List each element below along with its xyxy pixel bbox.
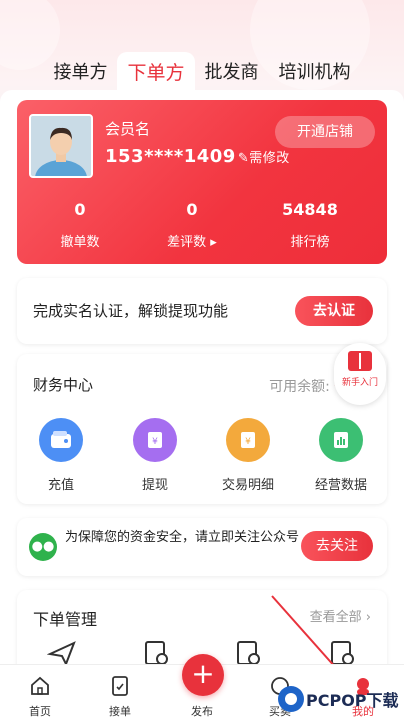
avatar[interactable]: [29, 114, 93, 178]
avatar-portrait-icon: [31, 116, 91, 176]
verify-card: 完成实名认证，解锁提现功能 去认证: [17, 278, 387, 344]
stat-value: 54848: [282, 200, 338, 219]
pcpop-logo-icon: [278, 686, 304, 712]
order-icon: [112, 676, 128, 696]
ledger-item[interactable]: ¥ 交易明细: [208, 418, 288, 493]
watermark-text: PCPOP下载: [306, 691, 399, 710]
chart-icon: [319, 418, 363, 462]
stat-bad-review[interactable]: 0 差评数 ▸: [137, 200, 247, 250]
send-icon[interactable]: [47, 640, 77, 666]
stat-ranking[interactable]: 54848 排行榜: [255, 200, 365, 250]
stat-label: 差评数 ▸: [167, 235, 217, 250]
edit-phone-link[interactable]: ✎需修改: [238, 151, 290, 166]
stat-cancel[interactable]: 0 撤单数: [25, 200, 135, 250]
role-tabs: 接单方 下单方 批发商 培训机构: [0, 52, 404, 92]
nav-orders-label: 接单: [109, 705, 131, 718]
member-card: 会员名 153****1409 ✎需修改 开通店铺 0 撤单数 0 差评数 ▸ 5…: [17, 100, 387, 264]
business-data-label: 经营数据: [314, 478, 367, 493]
publish-plus-button[interactable]: +: [182, 654, 224, 696]
finance-card: 财务中心 可用余额: ** 充值 ¥ 提现 ¥ 交易明细 经营数据: [17, 354, 387, 504]
balance-text: 可用余额:: [269, 379, 330, 395]
business-data-item[interactable]: 经营数据: [301, 418, 381, 493]
ledger-label: 交易明细: [221, 478, 274, 493]
wechat-text: 为保障您的资金安全，请立即关注公众号: [65, 530, 300, 545]
nav-home[interactable]: 首页: [10, 665, 70, 720]
verify-text: 完成实名认证，解锁提现功能: [33, 302, 229, 320]
member-name: 会员名: [105, 120, 151, 138]
withdraw-icon: ¥: [133, 418, 177, 462]
wallet-icon: [39, 418, 83, 462]
newbie-guide-button[interactable]: 新手入门: [334, 343, 386, 405]
withdraw-label: 提现: [141, 478, 168, 493]
ledger-icon: ¥: [226, 418, 270, 462]
svg-text:¥: ¥: [152, 437, 158, 447]
tab-training[interactable]: 培训机构: [269, 52, 361, 92]
home-icon: [31, 676, 49, 695]
watermark-logo: PCPOP下载: [278, 682, 402, 716]
nav-publish-label: 发布: [191, 705, 213, 718]
stat-label: 撤单数: [60, 235, 100, 250]
tab-taker[interactable]: 接单方: [43, 52, 117, 92]
follow-button[interactable]: 去关注: [301, 531, 373, 561]
nav-home-label: 首页: [29, 705, 51, 718]
order-title: 下单管理: [33, 610, 98, 629]
svg-text:¥: ¥: [245, 437, 251, 447]
withdraw-item[interactable]: ¥ 提现: [115, 418, 195, 493]
tab-orderer[interactable]: 下单方: [117, 52, 195, 92]
verify-button[interactable]: 去认证: [295, 296, 373, 326]
plus-icon: +: [191, 657, 215, 690]
wechat-follow-card: ●● 为保障您的资金安全，请立即关注公众号 去关注: [17, 518, 387, 576]
phone-number: 153****1409: [105, 146, 236, 167]
newbie-label: 新手入门: [341, 378, 378, 388]
doc-check-icon[interactable]: [233, 640, 263, 666]
nav-orders[interactable]: 接单: [90, 665, 150, 720]
recharge-label: 充值: [47, 478, 74, 493]
open-shop-button[interactable]: 开通店铺: [275, 116, 375, 148]
stat-label: 排行榜: [290, 235, 330, 250]
recharge-item[interactable]: 充值: [21, 418, 101, 493]
finance-title: 财务中心: [33, 376, 94, 394]
book-icon: [348, 351, 372, 371]
doc-clock-icon[interactable]: [141, 640, 171, 666]
member-phone: 153****1409 ✎需修改: [105, 146, 290, 167]
tab-wholesaler[interactable]: 批发商: [195, 52, 269, 92]
wechat-icon: ●●: [29, 533, 57, 561]
stat-value: 0: [186, 200, 198, 219]
stat-value: 0: [74, 200, 86, 219]
